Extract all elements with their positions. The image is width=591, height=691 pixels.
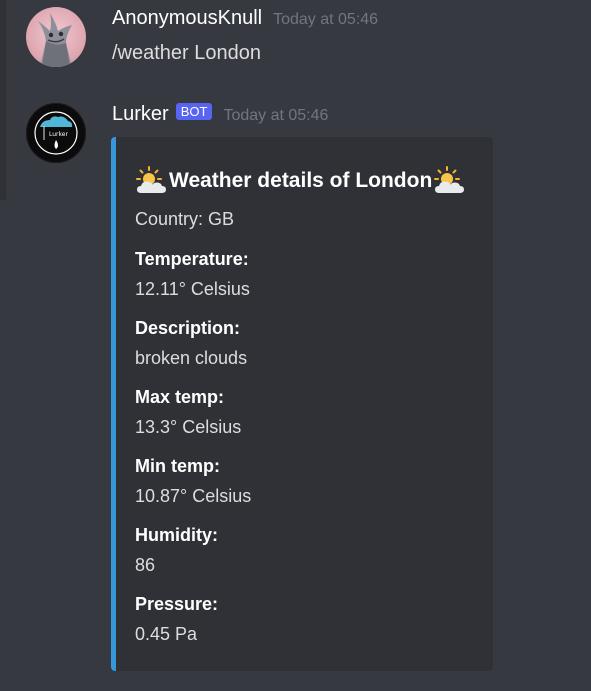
field-value-min-temp: 10.87° Celsius: [135, 486, 252, 506]
sun-behind-cloud-icon: [434, 166, 465, 195]
timestamp: Today at 05:46: [273, 11, 379, 28]
field-name-description: Description:: [135, 318, 241, 338]
embed-country: Country: GB: [135, 209, 235, 229]
field-value-pressure: 0.45 Pa: [135, 624, 198, 644]
field-value-humidity: 86: [135, 555, 156, 575]
message-header: Lurker BOT Today at 05:46: [112, 103, 328, 126]
field-name-max-temp: Max temp:: [135, 387, 225, 407]
user-avatar[interactable]: [26, 7, 86, 67]
bot-badge: BOT: [175, 103, 213, 120]
username[interactable]: AnonymousKnull: [112, 7, 262, 30]
field-name-temperature: Temperature:: [135, 249, 249, 269]
timestamp: Today at 05:46: [223, 107, 329, 124]
bot-avatar-label: Lurker: [49, 131, 68, 138]
message-text: /weather London: [112, 42, 262, 64]
sun-behind-cloud-icon: [136, 166, 167, 195]
embed-title-text: Weather details of London: [169, 168, 433, 192]
field-name-pressure: Pressure:: [135, 594, 219, 614]
field-value-max-temp: 13.3° Celsius: [135, 417, 242, 437]
sidebar-edge: [0, 0, 6, 200]
field-value-description: broken clouds: [135, 348, 248, 368]
weather-embed: Weather details of London Country: GB Te…: [111, 137, 493, 671]
field-value-temperature: 12.11° Celsius: [135, 279, 250, 299]
embed-title: Weather details of London: [136, 166, 465, 195]
message-header: AnonymousKnull Today at 05:46: [112, 7, 378, 30]
field-name-humidity: Humidity:: [135, 525, 218, 545]
username[interactable]: Lurker: [112, 103, 169, 126]
field-name-min-temp: Min temp:: [135, 456, 220, 476]
bot-avatar[interactable]: Lurker: [26, 103, 86, 163]
